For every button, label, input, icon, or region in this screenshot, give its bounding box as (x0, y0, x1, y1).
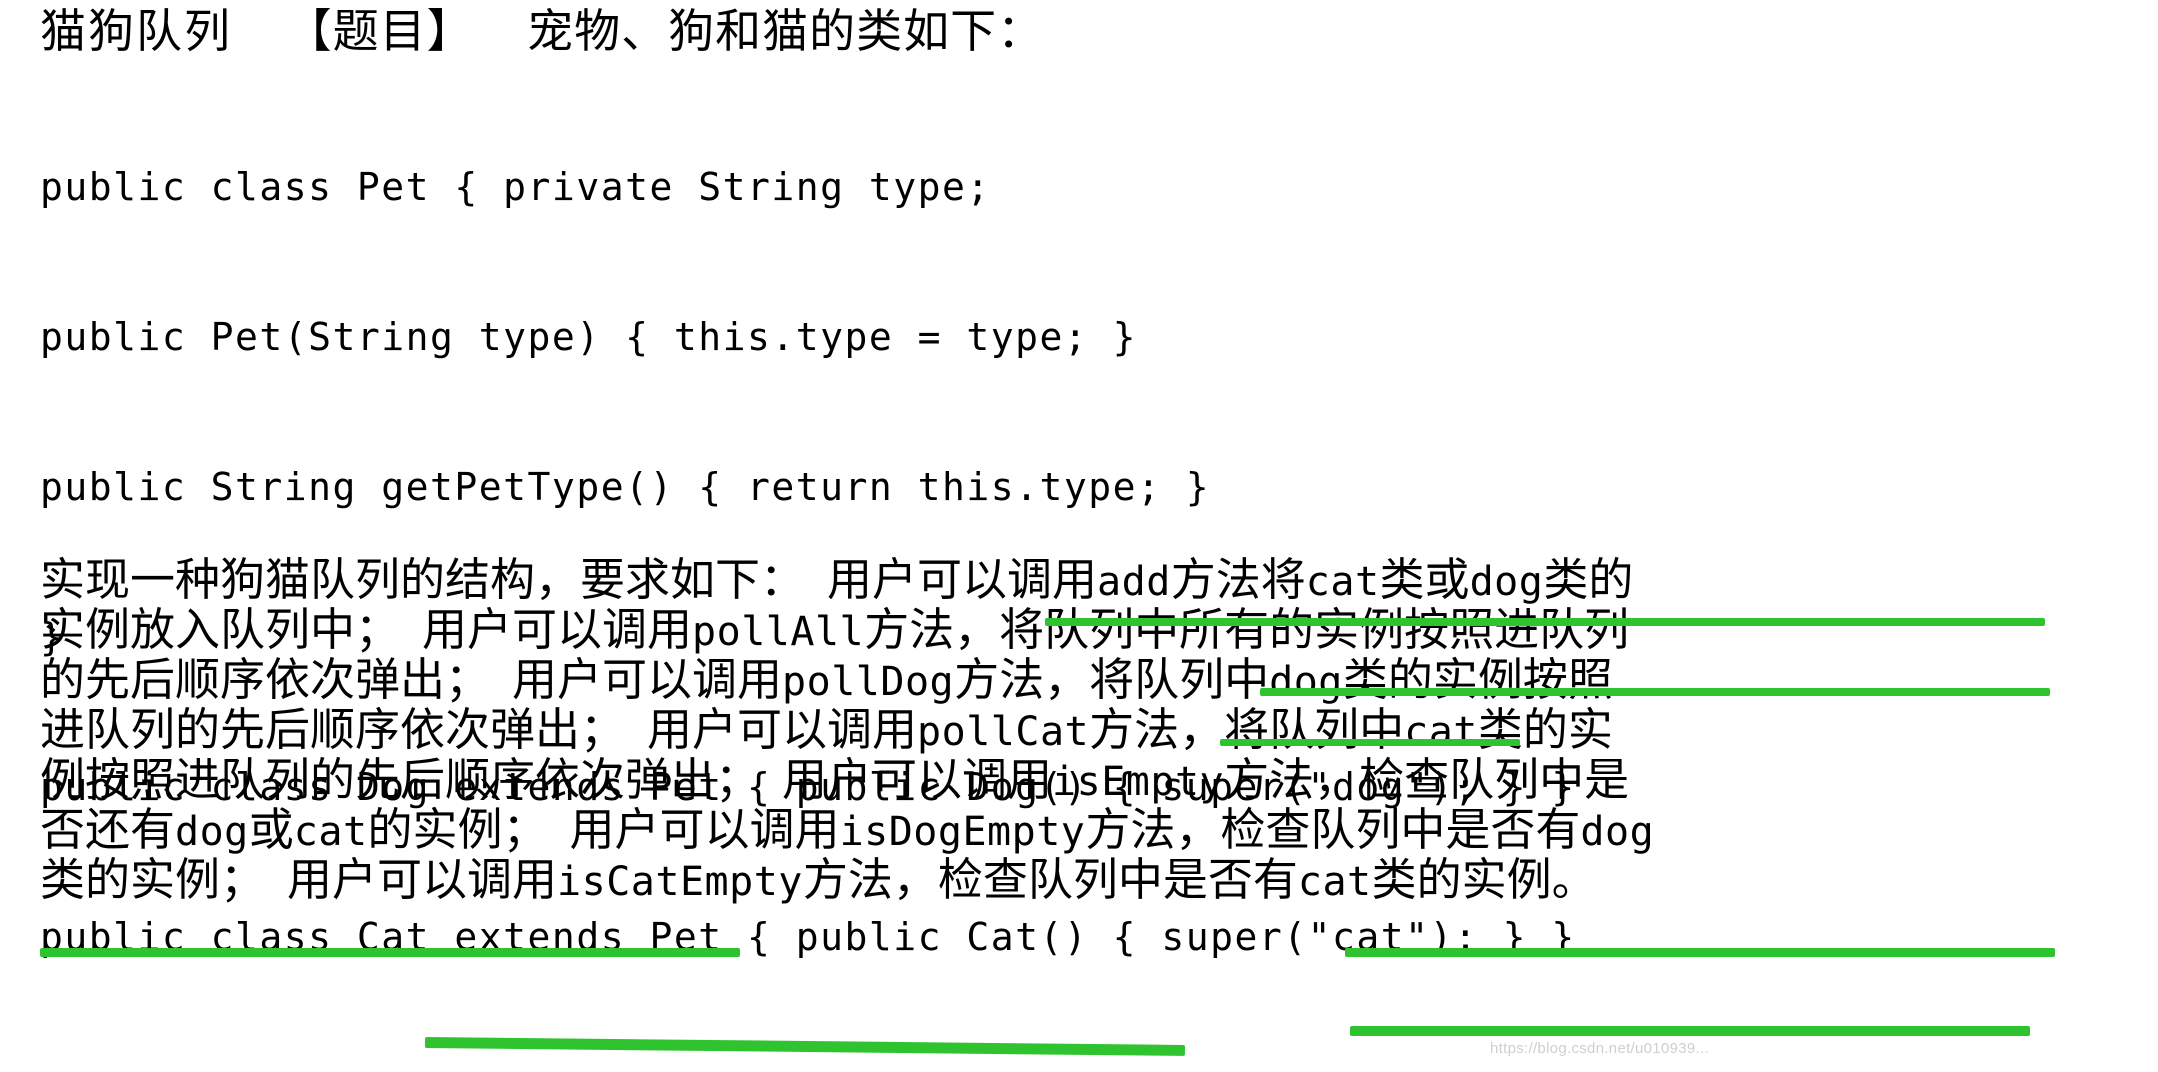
highlight-underline-4 (40, 948, 740, 957)
inline-code: cat (1305, 559, 1380, 605)
title-intro-text: 宠物、狗和猫的类如下： (527, 5, 1045, 57)
highlight-underline-1 (1045, 618, 2045, 626)
text-run: 用户可以调用 (287, 854, 558, 905)
description-line: 类的实例； 用户可以调用isCatEmpty方法，检查队列中是否有cat类的实例。 (40, 854, 2120, 906)
inline-code: isCatEmpty (557, 859, 803, 905)
text-run: 方法，检查队列中是 (1224, 754, 1630, 805)
highlight-underline-3 (1220, 739, 1520, 746)
inline-code: isEmpty (1052, 759, 1225, 805)
text-run: 类的 (1543, 554, 1634, 605)
text-run: 用户可以调用 (827, 554, 1098, 605)
inline-code: cat (1297, 859, 1372, 905)
inline-code: cat (1404, 709, 1478, 755)
text-run: 实例放入队列中； (40, 604, 401, 655)
description-line: 进队列的先后顺序依次弹出； 用户可以调用pollCat方法，将队列中cat类的实 (40, 704, 2120, 756)
text-run: 用户可以调用 (569, 804, 840, 855)
text-run: 用户可以调用 (422, 604, 693, 655)
inline-code: dog (1469, 559, 1544, 605)
text-run: 否还有 (40, 804, 176, 855)
text-run: 方法，将队列中 (1089, 704, 1405, 755)
problem-description: 实现一种狗猫队列的结构，要求如下： 用户可以调用add方法将cat类或dog类的 … (40, 554, 2120, 906)
inline-code: pollDog (782, 659, 955, 705)
text-run: 类的实例。 (1371, 854, 1597, 905)
title-bracket-label: 【题目】 (285, 5, 474, 57)
text-run: 类的实例； (40, 854, 266, 905)
description-line: 的先后顺序依次弹出； 用户可以调用pollDog方法，将队列中dog类的实例按照 (40, 654, 2120, 706)
inline-code: dog (175, 809, 249, 855)
highlight-underline-7 (1350, 1026, 2030, 1036)
text-run: 用户可以调用 (647, 704, 918, 755)
code-line: public Pet(String type) { this.type = ty… (40, 315, 1138, 359)
code-line: public class Pet { private String type; (40, 165, 991, 209)
description-line: 例按照进队列的先后顺序依次弹出； 用户可以调用isEmpty方法，检查队列中是 (40, 754, 2120, 806)
text-run: 类的实例按照 (1342, 654, 1613, 705)
inline-code: pollCat (917, 709, 1090, 755)
text-run: 方法，检查队列中是否有 (802, 854, 1298, 905)
inline-code: cat (293, 809, 368, 855)
description-line: 实现一种狗猫队列的结构，要求如下： 用户可以调用add方法将cat类或dog类的 (40, 554, 2120, 606)
document-page: 猫狗队列 【题目】 宠物、狗和猫的类如下： public class Pet {… (0, 0, 2158, 1072)
highlight-underline-2 (1260, 688, 2050, 696)
watermark: https://blog.csdn.net/u010939... (1490, 1040, 1709, 1057)
text-run: 实现一种狗猫队列的结构，要求如下： (40, 554, 806, 605)
inline-code: isDogEmpty (839, 809, 1086, 855)
text-run: 或 (248, 804, 294, 855)
inline-code: pollAll (692, 609, 865, 655)
text-run: 用户可以调用 (782, 754, 1053, 805)
highlight-underline-5 (1345, 948, 2055, 957)
title-heading: 猫狗队列 (40, 5, 232, 57)
text-run: 用户可以调用 (512, 654, 783, 705)
text-run: 方法，将队列中 (954, 654, 1270, 705)
text-run: 方法将 (1170, 554, 1306, 605)
page-title: 猫狗队列 【题目】 宠物、狗和猫的类如下： (40, 4, 1044, 58)
text-run: 的实例； (367, 804, 548, 855)
inline-code: add (1097, 559, 1171, 605)
text-run: 进队列的先后顺序依次弹出； (40, 704, 626, 755)
inline-code: dog (1580, 809, 1655, 855)
text-run: 的先后顺序依次弹出； (40, 654, 491, 705)
code-line: public String getPetType() { return this… (40, 465, 1211, 509)
text-run: 方法，检查队列中是否有 (1085, 804, 1581, 855)
text-run: 类的实 (1477, 704, 1613, 755)
description-line: 实例放入队列中； 用户可以调用pollAll方法，将队列中所有的实例按照进队列 (40, 604, 2120, 656)
text-run: 方法，将队列中所有的实例按照进队列 (864, 604, 1630, 655)
text-run: 例按照进队列的先后顺序依次弹出； (40, 754, 761, 805)
description-line: 否还有dog或cat的实例； 用户可以调用isDogEmpty方法，检查队列中是否… (40, 804, 2120, 856)
inline-code: dog (1269, 659, 1343, 705)
text-run: 类或 (1379, 554, 1470, 605)
